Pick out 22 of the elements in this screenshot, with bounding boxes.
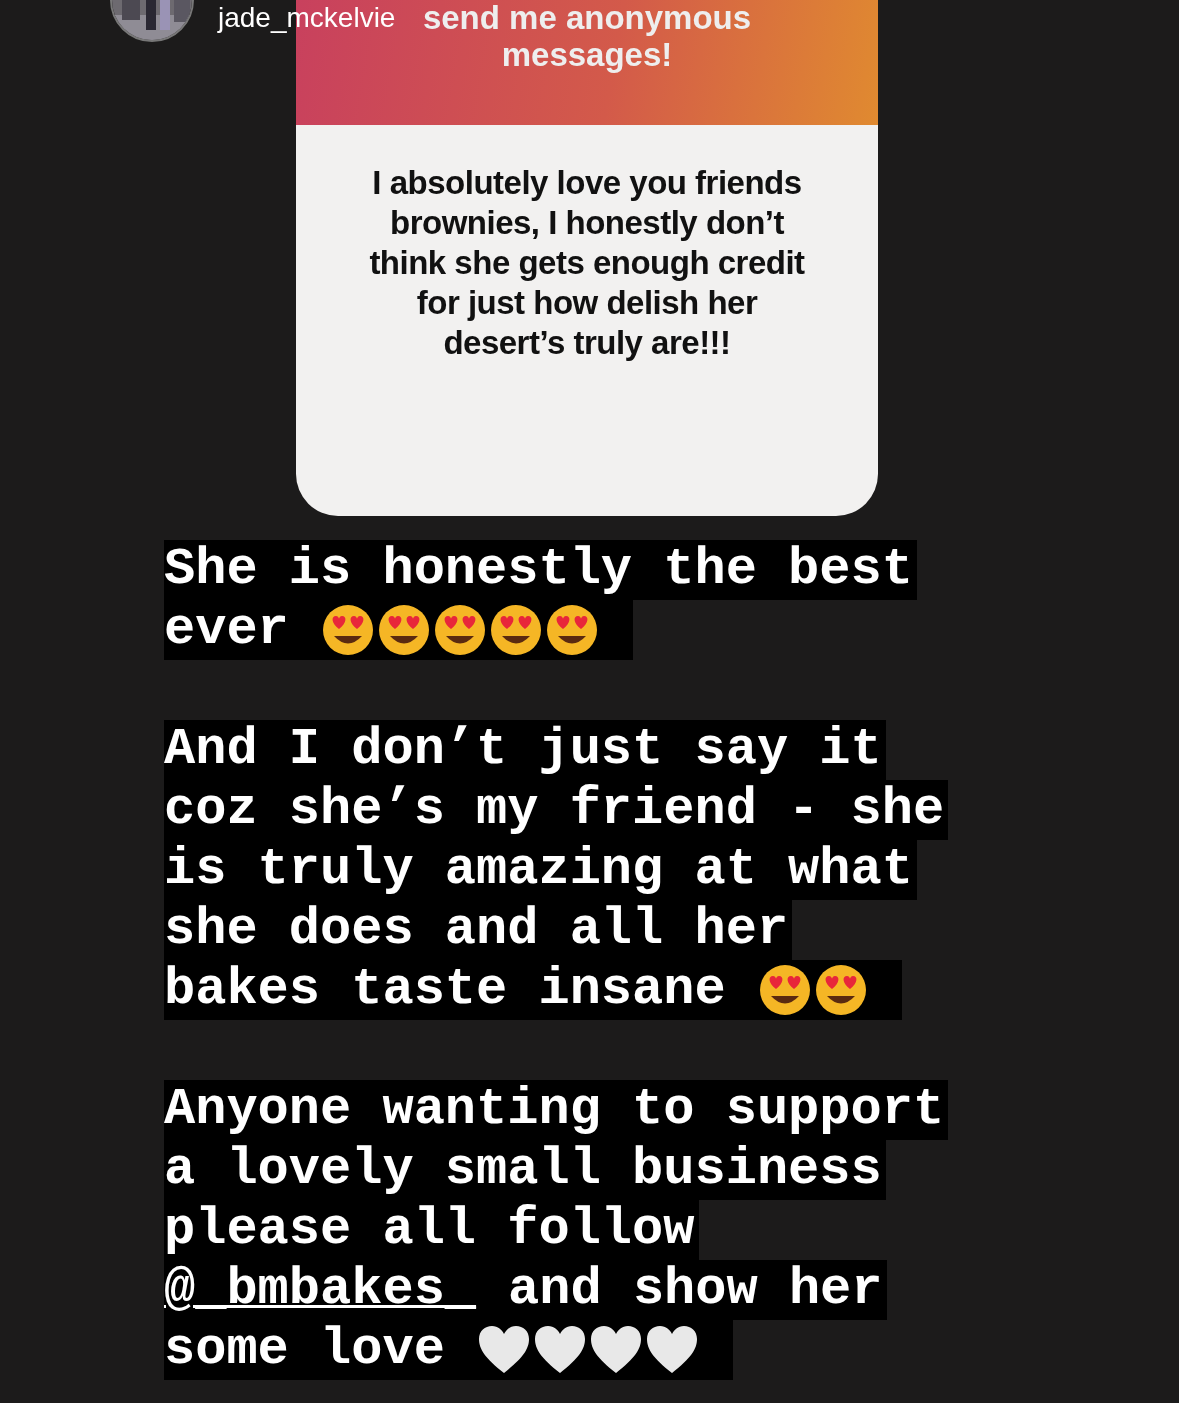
caption-text: please all follow	[164, 1204, 695, 1256]
heart-eyes-face-icon	[432, 603, 487, 657]
heart-eyes-face-icon	[813, 963, 868, 1017]
heart-eyes-face-icon	[376, 603, 431, 657]
caption-text: Anyone wanting to support	[164, 1084, 945, 1136]
caption-text: bakes taste insane	[164, 964, 726, 1016]
caption-text: some love	[164, 1324, 445, 1376]
heart-eyes-face-icon	[488, 603, 543, 657]
caption-text: she does and all her	[164, 904, 789, 956]
heart-eyes-face-icon	[544, 603, 599, 657]
heart-eyes-face-icon	[320, 603, 375, 657]
question-title: send me anonymous messages!	[421, 0, 753, 73]
answer-text: I absolutely love you friends brownies, I honestly don’t think she gets enough credit for just how delish her desert’s truly are!!!	[368, 163, 806, 363]
mention-link[interactable]: @_bmbakes_	[164, 1264, 477, 1316]
caption-text: is truly amazing at what	[164, 844, 913, 896]
caption-text: And I don’t just say it	[164, 724, 882, 776]
caption-text: coz she’s my friend - she	[164, 784, 945, 836]
heart-eyes-face-icon	[757, 963, 812, 1017]
caption-text: and show her	[508, 1264, 883, 1316]
caption-text: ever	[164, 604, 289, 656]
caption-text: a lovely small business	[164, 1144, 882, 1196]
caption-text: She is honestly the best	[164, 544, 913, 596]
